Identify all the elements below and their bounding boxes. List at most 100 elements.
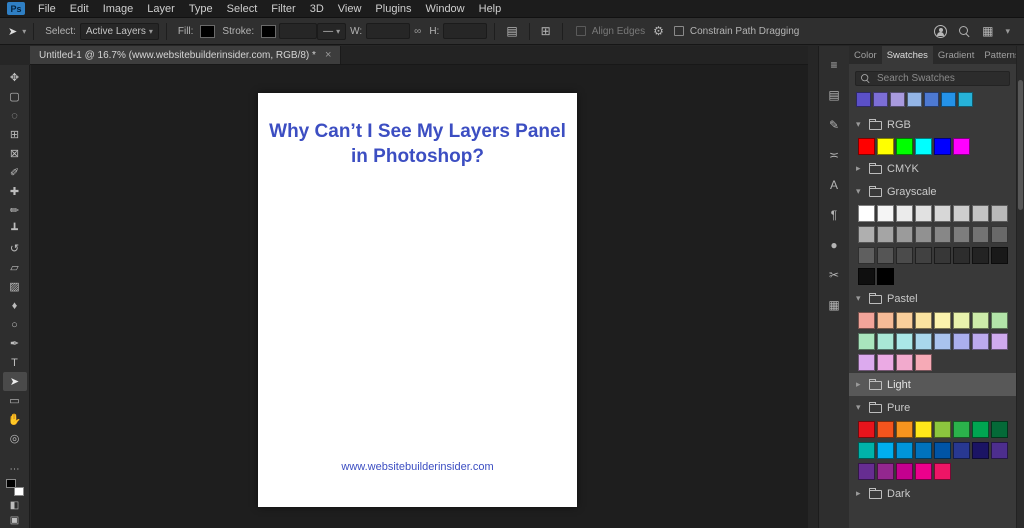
swatch[interactable] [890,92,905,107]
swatch[interactable] [858,205,875,222]
swatch[interactable] [856,92,871,107]
swatch[interactable] [972,226,989,243]
screen-mode-icon[interactable]: ▣ [3,513,27,528]
swatch[interactable] [858,442,875,459]
swatches-search[interactable] [855,71,1010,86]
swatch[interactable] [877,268,894,285]
swatch[interactable] [877,226,894,243]
swatch[interactable] [953,205,970,222]
tab-close-icon[interactable]: × [325,49,331,61]
search-swatches-input[interactable] [875,72,1005,85]
foreground-background-colors[interactable] [5,479,24,496]
swatch[interactable] [877,138,894,155]
gradient-tool[interactable]: ▨ [3,277,27,296]
menu-select[interactable]: Select [220,0,265,18]
swatch[interactable] [858,138,875,155]
swatches-scrollbar[interactable] [1016,46,1024,528]
swatch[interactable] [991,205,1008,222]
swatch[interactable] [915,226,932,243]
swatch[interactable] [934,421,951,438]
swatch[interactable] [991,421,1008,438]
swatch[interactable] [991,247,1008,264]
swatch[interactable] [934,138,951,155]
paragraph-panel-icon[interactable]: ¶ [823,206,845,223]
swatch[interactable] [877,463,894,480]
swatch[interactable] [877,247,894,264]
panel-tab-gradient[interactable]: Gradient [933,46,979,64]
menu-layer[interactable]: Layer [140,0,182,18]
width-field[interactable] [366,23,411,39]
edit-toolbar-icon[interactable]: ⋯ [3,462,27,477]
eyedropper-tool[interactable]: ✐ [3,163,27,182]
current-tool-icon[interactable]: ➤ [8,25,17,38]
type-tool[interactable]: T [3,353,27,372]
swatch[interactable] [877,442,894,459]
panel-tab-color[interactable]: Color [849,46,882,64]
tool-preset-chevron-icon[interactable]: ▾ [22,27,26,36]
path-selection-tool[interactable]: ➤ [2,372,27,391]
select-mode-dropdown[interactable]: Active Layers ▾ [79,22,159,40]
clone-source-panel-icon[interactable]: ✂ [823,266,845,283]
swatch[interactable] [915,421,932,438]
blur-tool[interactable]: ♦ [3,296,27,315]
swatch[interactable] [877,421,894,438]
zoom-tool[interactable]: ◎ [3,429,27,448]
swatch[interactable] [915,312,932,329]
pen-tool[interactable]: ✒ [3,334,27,353]
background-color-swatch[interactable] [13,487,24,496]
chevron-down-icon[interactable]: ▾ [1005,26,1010,37]
swatch[interactable] [953,247,970,264]
swatch-group-pastel[interactable]: ▾ Pastel [849,287,1016,310]
document-canvas[interactable]: Why Can’t I See My Layers Panel in Photo… [258,93,577,507]
eraser-tool[interactable]: ▱ [3,258,27,277]
adjustments-panel-icon[interactable]: ≍ [823,146,845,163]
swatch[interactable] [896,463,913,480]
menu-plugins[interactable]: Plugins [368,0,418,18]
swatch[interactable] [953,442,970,459]
swatch[interactable] [941,92,956,107]
swatch-group-grayscale[interactable]: ▾ Grayscale [849,180,1016,203]
menu-type[interactable]: Type [182,0,220,18]
constrain-path-checkbox[interactable] [673,26,684,36]
swatch[interactable] [934,442,951,459]
swatch[interactable] [858,247,875,264]
swatch[interactable] [934,226,951,243]
stroke-style-dropdown[interactable]: — ▾ [317,22,347,40]
marquee-tool[interactable]: ▢ [3,87,27,106]
3d-panel-icon[interactable]: ● [823,236,845,253]
swatch[interactable] [858,354,875,371]
swatch[interactable] [915,205,932,222]
scrollbar-thumb[interactable] [1018,80,1023,210]
brush-tool[interactable]: ✏ [3,201,27,220]
dodge-tool[interactable]: ○ [3,315,27,334]
lasso-tool[interactable]: ◌ [3,106,27,125]
move-tool[interactable]: ✥ [3,68,27,87]
swatch[interactable] [953,226,970,243]
swatch[interactable] [896,247,913,264]
stroke-swatch[interactable] [261,24,277,38]
swatch[interactable] [877,312,894,329]
swatch[interactable] [953,421,970,438]
stroke-width-field[interactable] [279,23,318,39]
account-avatar-icon[interactable] [934,24,948,38]
healing-brush-tool[interactable]: ✚ [3,182,27,201]
panel-tab-swatches[interactable]: Swatches [881,46,933,64]
path-alignment-icon[interactable]: ▤ [506,24,517,38]
swatch[interactable] [877,333,894,350]
path-arrangement-icon[interactable]: ⊞ [541,24,551,38]
swatch[interactable] [858,421,875,438]
document-tab[interactable]: Untitled-1 @ 16.7% (www.websitebuilderin… [30,46,342,64]
menu-view[interactable]: View [331,0,369,18]
swatch[interactable] [915,138,932,155]
rectangle-tool[interactable]: ▭ [3,391,27,410]
link-dimensions-icon[interactable]: ∞ [414,26,421,37]
menu-edit[interactable]: Edit [63,0,96,18]
swatch[interactable] [873,92,888,107]
menu-file[interactable]: File [31,0,63,18]
swatch[interactable] [991,226,1008,243]
brush-settings-panel-icon[interactable]: ✎ [823,116,845,133]
menu-window[interactable]: Window [419,0,472,18]
swatch[interactable] [915,463,932,480]
swatch[interactable] [896,421,913,438]
history-brush-tool[interactable]: ↺ [3,239,27,258]
